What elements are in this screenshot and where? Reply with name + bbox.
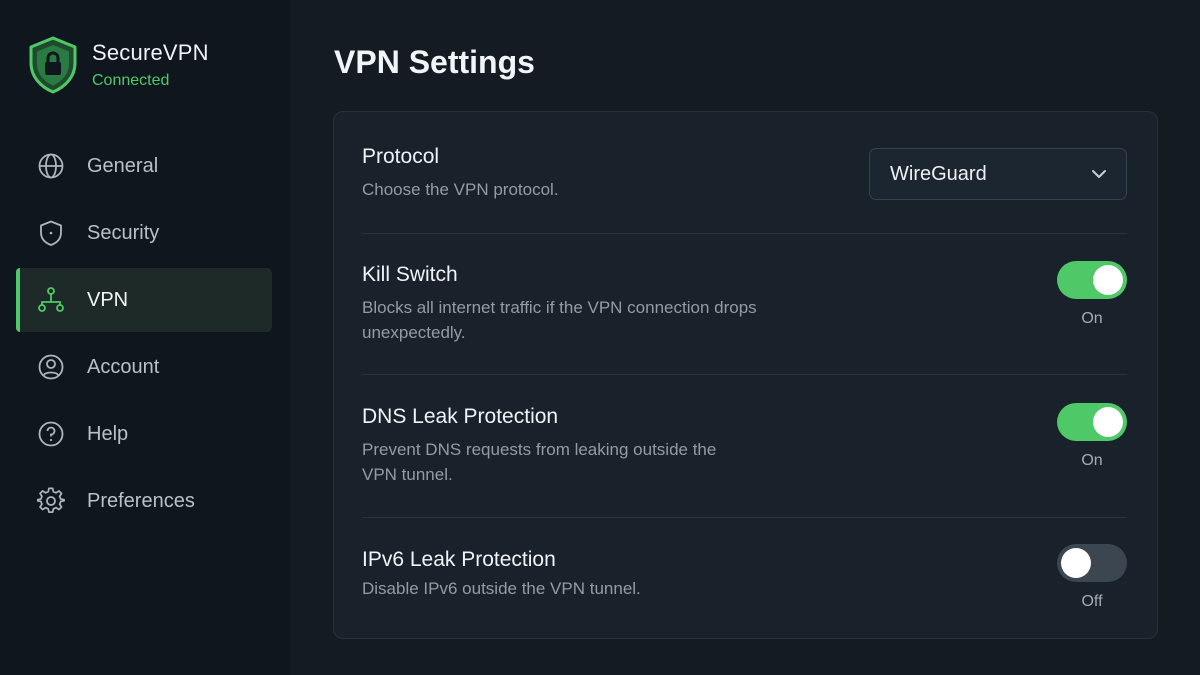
toggle-state-label: On: [1081, 310, 1103, 327]
page-title: VPN Settings: [334, 44, 535, 80]
toggle-state-label: Off: [1081, 593, 1103, 610]
sidebar-item-label: Security: [87, 221, 160, 244]
sidebar-item-label: Account: [87, 355, 160, 378]
divider: [362, 374, 1127, 375]
sidebar-item-security[interactable]: Security: [16, 201, 272, 265]
help-circle-icon: [36, 419, 66, 449]
kill-switch-setting: Kill Switch Blocks all internet traffic …: [362, 261, 1127, 373]
sidebar: SecureVPN Connected General Security VPN…: [0, 0, 290, 675]
setting-description: Blocks all internet traffic if the VPN c…: [362, 298, 757, 342]
sidebar-nav: General Security VPN Account Help Prefer…: [16, 134, 272, 536]
protocol-select[interactable]: WireGuard: [869, 148, 1127, 200]
sidebar-item-help[interactable]: Help: [16, 402, 272, 466]
setting-description: Prevent DNS requests from leaking outsid…: [362, 440, 717, 484]
sidebar-item-label: Preferences: [87, 489, 195, 512]
toggle-knob: [1093, 265, 1123, 295]
connection-status: Connected: [92, 72, 170, 89]
toggle-knob: [1093, 407, 1123, 437]
kill-switch-toggle[interactable]: [1057, 261, 1127, 299]
divider: [362, 233, 1127, 234]
ipv6-leak-toggle[interactable]: [1057, 544, 1127, 582]
sidebar-item-account[interactable]: Account: [16, 335, 272, 399]
toggle-knob: [1061, 548, 1091, 578]
setting-description: Disable IPv6 outside the VPN tunnel.: [362, 579, 641, 598]
shield-lock-logo-icon: [29, 36, 77, 94]
network-icon: [36, 285, 66, 315]
main-content: VPN Settings Protocol Choose the VPN pro…: [290, 0, 1200, 675]
protocol-setting: Protocol Choose the VPN protocol. WireGu…: [362, 145, 1127, 235]
protocol-select-value: WireGuard: [890, 162, 987, 185]
kill-switch-toggle-group: On: [1057, 261, 1127, 328]
app-window: SecureVPN Connected General Security VPN…: [0, 0, 1200, 675]
sidebar-item-preferences[interactable]: Preferences: [16, 469, 272, 533]
app-name: SecureVPN: [92, 40, 209, 65]
brand: SecureVPN Connected: [28, 36, 209, 94]
shield-icon: [36, 218, 66, 248]
globe-icon: [36, 151, 66, 181]
ipv6-leak-toggle-group: Off: [1057, 544, 1127, 611]
dns-leak-toggle[interactable]: [1057, 403, 1127, 441]
user-circle-icon: [36, 352, 66, 382]
setting-title: DNS Leak Protection: [362, 405, 559, 428]
ipv6-leak-setting: IPv6 Leak Protection Disable IPv6 outsid…: [362, 544, 1127, 628]
setting-title: IPv6 Leak Protection: [362, 548, 556, 571]
setting-description: Choose the VPN protocol.: [362, 180, 559, 199]
toggle-state-label: On: [1081, 452, 1103, 469]
divider: [362, 517, 1127, 518]
setting-title: Kill Switch: [362, 263, 458, 286]
sidebar-item-vpn[interactable]: VPN: [16, 268, 272, 332]
chevron-down-icon: [1092, 170, 1106, 178]
sidebar-item-label: General: [87, 154, 159, 177]
dns-leak-setting: DNS Leak Protection Prevent DNS requests…: [362, 403, 1127, 515]
gear-icon: [36, 486, 66, 516]
dns-leak-toggle-group: On: [1057, 403, 1127, 470]
sidebar-item-label: VPN: [87, 288, 129, 311]
sidebar-item-label: Help: [87, 422, 129, 445]
settings-card: Protocol Choose the VPN protocol. WireGu…: [333, 111, 1158, 639]
sidebar-item-general[interactable]: General: [16, 134, 272, 198]
